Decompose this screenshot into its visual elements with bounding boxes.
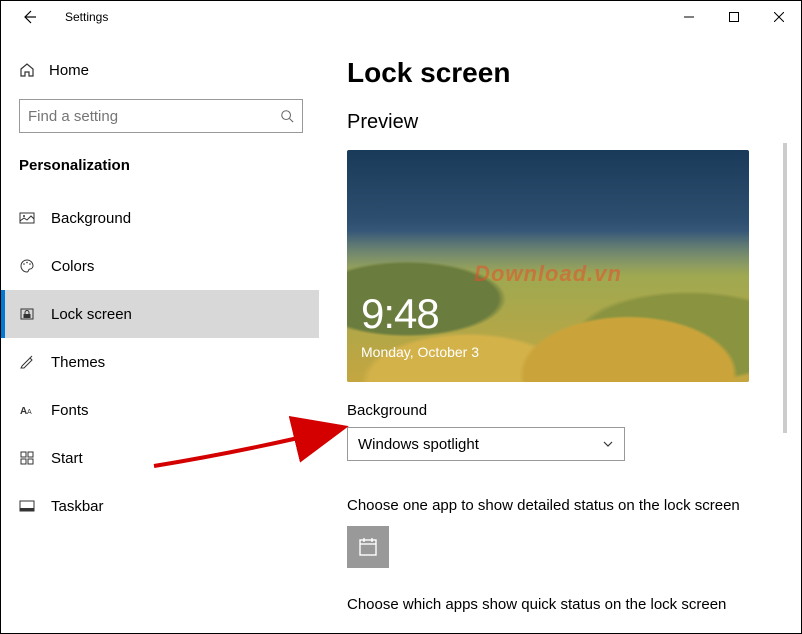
home-nav[interactable]: Home	[19, 51, 319, 89]
detailed-status-desc: Choose one app to show detailed status o…	[347, 497, 773, 514]
quick-status-desc: Choose which apps show quick status on t…	[347, 596, 773, 613]
home-label: Home	[49, 62, 89, 79]
nav-taskbar[interactable]: Taskbar	[1, 482, 319, 530]
preview-heading: Preview	[347, 111, 773, 134]
taskbar-icon	[19, 498, 35, 514]
nav-label: Lock screen	[51, 306, 132, 323]
nav-colors[interactable]: Colors	[1, 242, 319, 290]
maximize-button[interactable]	[711, 1, 756, 33]
search-icon	[280, 109, 294, 123]
watermark-text: Download.vn	[474, 261, 622, 287]
nav-label: Colors	[51, 258, 94, 275]
search-input[interactable]	[28, 108, 280, 125]
lock-screen-preview[interactable]: 9:48 Monday, October 3 Download.vn	[347, 150, 749, 382]
nav-label: Fonts	[51, 402, 89, 419]
dropdown-value: Windows spotlight	[358, 436, 479, 453]
preview-date: Monday, October 3	[361, 344, 479, 360]
chevron-down-icon	[602, 438, 614, 450]
close-button[interactable]	[756, 1, 801, 33]
lock-screen-icon	[19, 306, 35, 322]
page-heading: Lock screen	[347, 57, 773, 89]
sidebar: Home Personalization Background Colors L…	[1, 33, 319, 633]
svg-text:A: A	[27, 409, 32, 416]
maximize-icon	[729, 12, 739, 22]
nav-label: Start	[51, 450, 83, 467]
palette-icon	[19, 258, 35, 274]
nav-background[interactable]: Background	[1, 194, 319, 242]
image-icon	[19, 210, 35, 226]
background-label: Background	[347, 402, 773, 419]
background-dropdown[interactable]: Windows spotlight	[347, 427, 625, 461]
close-icon	[774, 12, 784, 22]
category-heading: Personalization	[19, 157, 319, 174]
back-button[interactable]	[9, 1, 49, 33]
minimize-icon	[684, 12, 694, 22]
nav-list: Background Colors Lock screen Themes AA …	[1, 194, 319, 530]
start-icon	[19, 450, 35, 466]
nav-label: Themes	[51, 354, 105, 371]
calendar-icon	[357, 536, 379, 558]
nav-lock-screen[interactable]: Lock screen	[1, 290, 319, 338]
home-icon	[19, 62, 35, 78]
themes-icon	[19, 354, 35, 370]
nav-start[interactable]: Start	[1, 434, 319, 482]
fonts-icon: AA	[19, 402, 35, 418]
preview-clock: 9:48	[361, 290, 439, 338]
nav-fonts[interactable]: AA Fonts	[1, 386, 319, 434]
nav-label: Background	[51, 210, 131, 227]
detailed-status-app-tile[interactable]	[347, 526, 389, 568]
nav-label: Taskbar	[51, 498, 104, 515]
window-title: Settings	[49, 10, 108, 24]
minimize-button[interactable]	[666, 1, 711, 33]
scrollbar[interactable]	[783, 143, 787, 433]
arrow-left-icon	[21, 9, 37, 25]
main-content: Lock screen Preview 9:48 Monday, October…	[319, 33, 801, 633]
search-input-container[interactable]	[19, 99, 303, 133]
nav-themes[interactable]: Themes	[1, 338, 319, 386]
